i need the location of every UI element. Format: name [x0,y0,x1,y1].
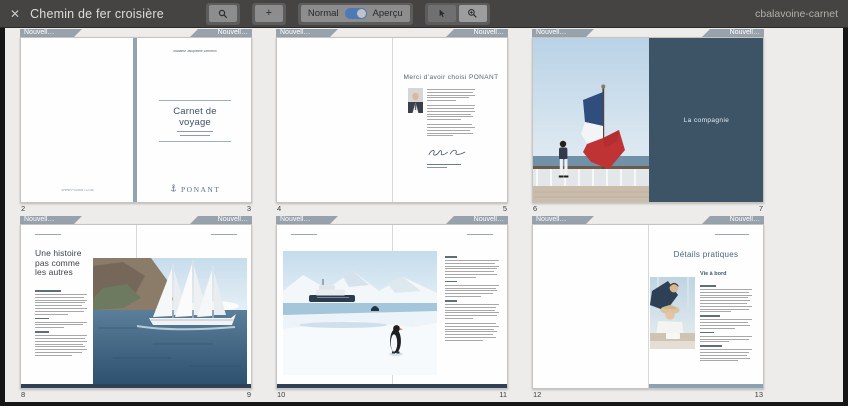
welcome-heading: Merci d’avoir choisi PONANT [393,74,508,81]
page-number: 8 [21,390,25,399]
page-number: 3 [247,204,251,213]
add-button-group: + [252,3,286,25]
page-number: 4 [277,204,281,213]
spread-thumbnail[interactable] [276,224,508,389]
sailing-yacht-photo [93,258,247,384]
footer-band [21,384,251,388]
flatplan-canvas[interactable]: Nouvell… Nouvell… WWW.PONANT.COM Madame … [5,28,843,402]
page-number: 9 [247,390,251,399]
page-number: 10 [277,390,285,399]
view-mode-toggle[interactable] [345,8,367,19]
spread-10-11: Nouvell… Nouvell… [276,216,508,400]
view-mode-group: Normal Aperçu [298,3,413,25]
anchor-icon [170,184,177,193]
running-header-placeholder [467,234,493,235]
chapter-title: La compagnie [684,117,730,124]
page-number: 12 [533,390,541,399]
search-icon [218,9,228,19]
pointer-zoom-group [425,3,490,25]
section-tab[interactable]: Nouvell… [20,216,82,224]
spine-band [133,38,137,202]
search-button[interactable] [209,5,237,22]
zoom-in-icon [467,8,478,19]
spread-12-13: Nouvell… Nouvell… Détails pratiques Vie … [532,216,764,400]
cover-title-block: Carnet de voyage [159,100,231,142]
section-tab[interactable]: Nouvell… [190,29,252,37]
footer-band [277,384,507,388]
page-number: 5 [503,204,507,213]
search-button-group [206,3,240,25]
apercu-mode-label[interactable]: Aperçu [373,8,403,19]
spread-thumbnail[interactable]: WWW.PONANT.COM Madame Jacqueline Lebreto… [20,37,252,203]
rule [159,100,231,101]
spread-8-9: Nouvell… Nouvell… Une histoire pas comme… [20,216,252,400]
spread-thumbnail[interactable]: Détails pratiques Vie à bord [532,224,764,389]
page-number: 2 [21,204,25,213]
chapter-panel: La compagnie [649,38,764,202]
couple-onboard-photo [650,277,695,349]
zoom-tool-button[interactable] [459,5,487,22]
spread-4-5: Nouvell… Nouvell… Merci d’avoir choisi P… [276,29,508,214]
president-portrait-photo [408,88,423,113]
signature-caption [427,164,461,170]
article-body-placeholder [35,287,87,358]
pointer-tool-button[interactable] [428,5,456,22]
section-tab[interactable]: Nouvell… [446,216,508,224]
footer-url: WWW.PONANT.COM [46,189,108,192]
signature [426,146,470,159]
subsection-heading: Vie à bord [700,271,727,277]
spread-2-3: Nouvell… Nouvell… WWW.PONANT.COM Madame … [20,29,252,214]
running-header-placeholder [211,234,237,235]
page-gutter [392,38,393,202]
section-tab[interactable]: Nouvell… [446,29,508,37]
french-flag-deck-photo [533,38,649,202]
page-number: 7 [759,204,763,213]
text-line-placeholder [180,135,210,136]
section-tab[interactable]: Nouvell… [276,29,338,37]
section-tab[interactable]: Nouvell… [532,216,594,224]
cursor-icon [438,8,446,19]
article-heading: Une histoire pas comme les autres [35,249,82,278]
cover-title: Carnet de voyage [159,106,231,128]
antarctic-ship-penguin-photo [283,251,437,375]
spread-thumbnail[interactable]: Merci d’avoir choisi PONANT [276,37,508,203]
running-header-placeholder [35,234,61,235]
rule [159,141,231,142]
window-titlebar: ✕ Chemin de fer croisière + Normal Aperç… [0,0,848,28]
practical-info-placeholder [700,282,752,363]
footer-band [649,384,763,388]
brand-name: PONANT [181,185,220,194]
page-number: 13 [755,390,763,399]
workspace-frame: Nouvell… Nouvell… WWW.PONANT.COM Madame … [0,28,848,406]
section-tab[interactable]: Nouvell… [276,216,338,224]
document-name-label: cbalavoine-carnet [755,8,838,20]
section-tab[interactable]: Nouvell… [20,29,82,37]
section-heading: Détails pratiques [649,250,763,259]
spread-thumbnail[interactable]: Une histoire pas comme les autres [20,224,252,389]
section-tab[interactable]: Nouvell… [702,29,764,37]
toggle-knob [357,9,366,18]
page-number: 6 [533,204,537,213]
page-number: 11 [499,390,507,399]
text-line-placeholder [177,131,213,132]
running-header-placeholder [291,234,317,235]
article-body-placeholder [445,253,499,342]
section-tab[interactable]: Nouvell… [702,216,764,224]
window-title: Chemin de fer croisière [30,7,164,21]
section-tab[interactable]: Nouvell… [532,29,594,37]
ponant-logo: PONANT [137,179,252,197]
spread-thumbnail[interactable]: La compagnie [532,37,764,203]
running-header-placeholder [715,234,749,235]
letter-paragraph [427,89,475,138]
normal-mode-label[interactable]: Normal [308,8,339,19]
section-tab[interactable]: Nouvell… [190,216,252,224]
add-button[interactable]: + [255,5,283,22]
recipient-line: Madame Jacqueline Lebreton [163,50,227,53]
close-icon[interactable]: ✕ [10,8,20,20]
spread-6-7: Nouvell… Nouvell… [532,29,764,214]
